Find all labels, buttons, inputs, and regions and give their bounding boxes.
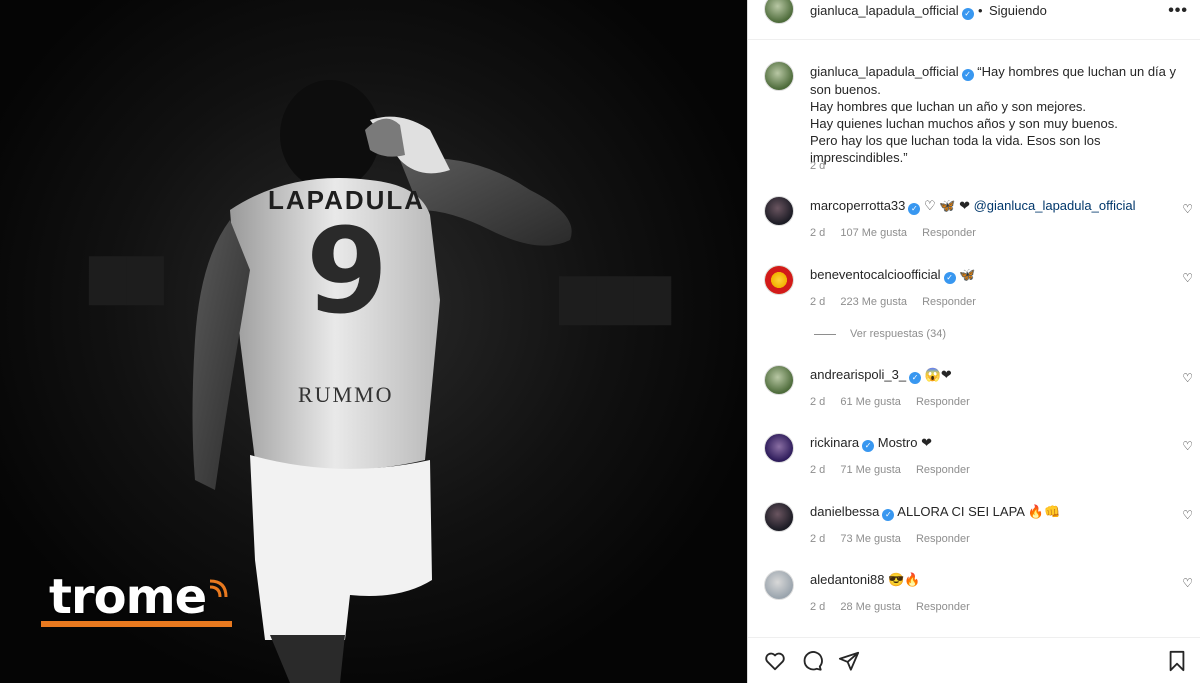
jersey-sponsor: RUMMO bbox=[298, 382, 394, 407]
avatar[interactable] bbox=[764, 0, 794, 24]
comment-username[interactable]: beneventocalcioofficial bbox=[810, 267, 941, 282]
comment-like-heart-icon[interactable]: ♡ bbox=[1182, 439, 1193, 453]
comment-meta: 2 d 223 Me gusta Responder bbox=[810, 296, 988, 308]
view-replies-button[interactable]: Ver respuestas (34) bbox=[814, 328, 946, 340]
caption-body: “Hay hombres que luchan un día y son bue… bbox=[810, 64, 1177, 165]
comment-text: 😎🔥 bbox=[888, 572, 921, 587]
separator-dot: • bbox=[978, 3, 983, 18]
broadcast-waves-icon bbox=[209, 579, 228, 598]
comment-item: marcoperrotta33 ✓ ♡ 🦋 ❤ @gianluca_lapadul… bbox=[748, 196, 1200, 256]
post-action-bar bbox=[748, 637, 1200, 683]
logo-text: trome bbox=[49, 569, 207, 625]
comment-username[interactable]: danielbessa bbox=[810, 504, 879, 519]
comment-item: danielbessa ✓ ALLORA CI SEI LAPA 🔥👊 2 d 7… bbox=[748, 502, 1200, 562]
comment-username[interactable]: marcoperrotta33 bbox=[810, 198, 905, 213]
player-silhouette bbox=[192, 80, 572, 683]
comment-text: 🦋 bbox=[959, 267, 976, 282]
comment-text: 😱❤ bbox=[924, 367, 952, 382]
comment-item: andrearispoli_3_ ✓ 😱❤ 2 d 61 Me gusta Res… bbox=[748, 365, 1200, 425]
post-header: gianluca_lapadula_official ✓ • Siguiendo … bbox=[748, 0, 1200, 40]
reply-button[interactable]: Responder bbox=[916, 601, 970, 613]
comment-time: 2 d bbox=[810, 227, 826, 239]
comment-likes[interactable]: 73 Me gusta bbox=[840, 533, 901, 545]
comment-icon[interactable] bbox=[801, 650, 823, 672]
comment-meta: 2 d 73 Me gusta Responder bbox=[810, 533, 982, 545]
comment-username[interactable]: rickinara bbox=[810, 435, 859, 450]
avatar[interactable] bbox=[764, 196, 794, 226]
caption-time: 2 d bbox=[810, 160, 826, 172]
comment-likes[interactable]: 223 Me gusta bbox=[840, 296, 907, 308]
comment-item: beneventocalcioofficial ✓ 🦋 2 d 223 Me gu… bbox=[748, 265, 1200, 325]
replies-label[interactable]: Ver respuestas (34) bbox=[850, 328, 946, 340]
verified-badge-icon: ✓ bbox=[882, 509, 895, 521]
reply-button[interactable]: Responder bbox=[916, 464, 970, 476]
comment-meta: 2 d 61 Me gusta Responder bbox=[810, 396, 982, 408]
comment-like-heart-icon[interactable]: ♡ bbox=[1182, 202, 1193, 216]
background-signage: ▇▇ bbox=[90, 251, 165, 303]
comment-likes[interactable]: 71 Me gusta bbox=[840, 464, 901, 476]
comment-username[interactable]: aledantoni88 bbox=[810, 572, 884, 587]
verified-badge-icon: ✓ bbox=[862, 440, 875, 452]
heart-icon[interactable] bbox=[764, 650, 786, 672]
comment-line: beneventocalcioofficial ✓ 🦋 bbox=[810, 267, 975, 284]
comment-line: aledantoni88 😎🔥 bbox=[810, 572, 920, 588]
reply-button[interactable]: Responder bbox=[922, 227, 976, 239]
comment-time: 2 d bbox=[810, 296, 826, 308]
post-sidebar: gianluca_lapadula_official ✓ • Siguiendo … bbox=[747, 0, 1200, 683]
bookmark-icon[interactable] bbox=[1167, 650, 1187, 672]
comment-text: ♡ 🦋 ❤ bbox=[924, 198, 970, 213]
post-photo[interactable]: ▇▇ ▇▇▇ LAPADULA 9 RUMMO trome bbox=[0, 0, 747, 683]
comment-username[interactable]: andrearispoli_3_ bbox=[810, 367, 906, 382]
comment-line: danielbessa ✓ ALLORA CI SEI LAPA 🔥👊 bbox=[810, 504, 1060, 521]
reply-button[interactable]: Responder bbox=[916, 396, 970, 408]
verified-badge-icon: ✓ bbox=[961, 69, 974, 81]
comment-line: rickinara ✓ Mostro ❤ bbox=[810, 435, 932, 452]
replies-divider bbox=[814, 333, 836, 335]
comment-mention-link[interactable]: @gianluca_lapadula_official bbox=[974, 198, 1136, 213]
verified-badge-icon: ✓ bbox=[961, 8, 974, 20]
reply-button[interactable]: Responder bbox=[916, 533, 970, 545]
caption-text: gianluca_lapadula_official ✓ “Hay hombres… bbox=[810, 63, 1195, 166]
comment-like-heart-icon[interactable]: ♡ bbox=[1182, 576, 1193, 590]
comment-line: marcoperrotta33 ✓ ♡ 🦋 ❤ @gianluca_lapadul… bbox=[810, 198, 1135, 215]
comment-item: rickinara ✓ Mostro ❤ 2 d 71 Me gusta Resp… bbox=[748, 433, 1200, 493]
trome-logo: trome bbox=[41, 569, 232, 627]
comment-like-heart-icon[interactable]: ♡ bbox=[1182, 508, 1193, 522]
avatar[interactable] bbox=[764, 433, 794, 463]
comment-meta: 2 d 28 Me gusta Responder bbox=[810, 601, 982, 613]
verified-badge-icon: ✓ bbox=[909, 372, 922, 384]
comment-item: aledantoni88 😎🔥 2 d 28 Me gusta Responde… bbox=[748, 570, 1200, 630]
comment-like-heart-icon[interactable]: ♡ bbox=[1182, 371, 1193, 385]
comment-like-heart-icon[interactable]: ♡ bbox=[1182, 271, 1193, 285]
verified-badge-icon: ✓ bbox=[908, 203, 921, 215]
verified-badge-icon: ✓ bbox=[943, 272, 956, 284]
avatar[interactable] bbox=[764, 502, 794, 532]
avatar[interactable] bbox=[764, 365, 794, 395]
comment-text: Mostro ❤ bbox=[877, 435, 932, 450]
caption-username[interactable]: gianluca_lapadula_official bbox=[810, 64, 959, 79]
comment-line: andrearispoli_3_ ✓ 😱❤ bbox=[810, 367, 952, 384]
comment-time: 2 d bbox=[810, 464, 826, 476]
follow-status-button[interactable]: Siguiendo bbox=[989, 3, 1047, 18]
share-icon[interactable] bbox=[838, 650, 860, 672]
reply-button[interactable]: Responder bbox=[922, 296, 976, 308]
avatar[interactable] bbox=[764, 265, 794, 295]
more-options-icon[interactable]: ••• bbox=[1168, 2, 1188, 20]
username-text[interactable]: gianluca_lapadula_official bbox=[810, 3, 959, 18]
comment-meta: 2 d 71 Me gusta Responder bbox=[810, 464, 982, 476]
comment-likes[interactable]: 28 Me gusta bbox=[840, 601, 901, 613]
comment-time: 2 d bbox=[810, 396, 826, 408]
comment-meta: 2 d 107 Me gusta Responder bbox=[810, 227, 988, 239]
comment-likes[interactable]: 61 Me gusta bbox=[840, 396, 901, 408]
header-username[interactable]: gianluca_lapadula_official ✓ bbox=[810, 3, 974, 20]
comment-text: ALLORA CI SEI LAPA 🔥👊 bbox=[897, 504, 1061, 519]
comment-time: 2 d bbox=[810, 601, 826, 613]
comment-time: 2 d bbox=[810, 533, 826, 545]
avatar[interactable] bbox=[764, 570, 794, 600]
avatar[interactable] bbox=[764, 61, 794, 91]
comment-likes[interactable]: 107 Me gusta bbox=[840, 227, 907, 239]
jersey-number: 9 bbox=[306, 202, 389, 340]
